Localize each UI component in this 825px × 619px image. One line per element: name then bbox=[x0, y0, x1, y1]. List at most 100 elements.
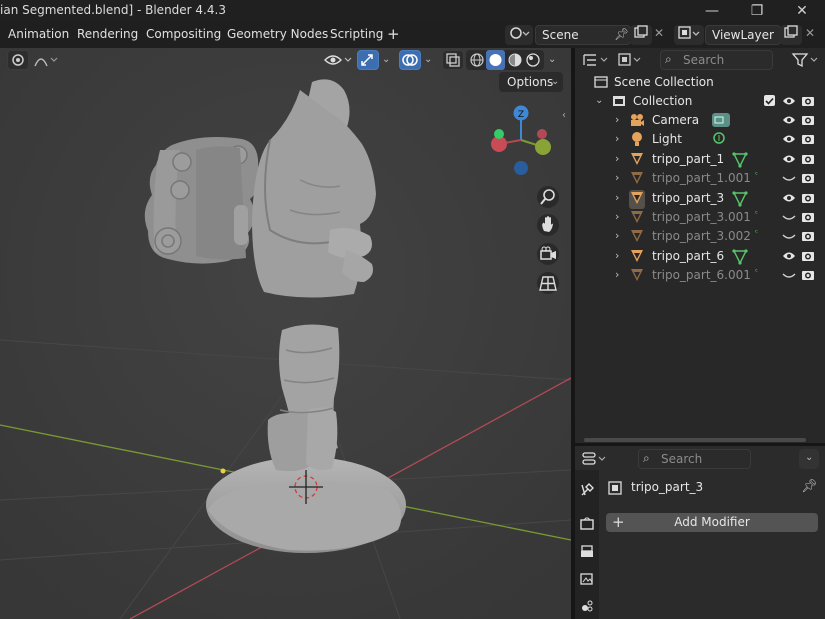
render-camera-icon[interactable] bbox=[801, 210, 815, 227]
proportional-edit-icon[interactable] bbox=[7, 50, 29, 70]
eye-icon[interactable] bbox=[782, 132, 796, 149]
overlays-icon[interactable] bbox=[399, 50, 421, 70]
outliner-scrollbar[interactable] bbox=[584, 438, 806, 442]
render-camera-icon[interactable] bbox=[801, 249, 815, 266]
scene-field[interactable]: Scene 📌︎ bbox=[535, 25, 631, 45]
outliner-item-tripo-part-1[interactable]: › tripo_part_1 bbox=[575, 150, 825, 169]
remove-view-layer-icon[interactable]: ✕ bbox=[805, 26, 815, 40]
render-camera-icon[interactable] bbox=[801, 113, 815, 130]
falloff-icon[interactable] bbox=[32, 50, 60, 70]
render-camera-icon[interactable] bbox=[801, 132, 815, 149]
outliner-item-tripo-part-1-001[interactable]: › tripo_part_1.001 ᶜ bbox=[575, 169, 825, 188]
3d-viewport[interactable]: Z Options ⌄ bbox=[0, 48, 571, 619]
render-camera-icon[interactable] bbox=[801, 191, 815, 208]
eye-closed-icon[interactable] bbox=[782, 210, 796, 227]
solid-shading-icon[interactable] bbox=[486, 50, 505, 70]
outliner-item-tripo-part-6[interactable]: › tripo_part_6 bbox=[575, 247, 825, 266]
render-camera-icon[interactable] bbox=[801, 268, 815, 285]
view-layer-field[interactable]: ViewLayer bbox=[705, 25, 781, 45]
expand-chevron-icon[interactable]: ⌄ bbox=[595, 95, 603, 106]
eye-icon[interactable] bbox=[782, 94, 796, 111]
scene-name: Scene bbox=[542, 28, 579, 42]
render-camera-icon[interactable] bbox=[801, 229, 815, 246]
collection-row[interactable]: ⌄ Collection bbox=[575, 92, 825, 111]
add-modifier-button[interactable]: + Add Modifier bbox=[606, 513, 818, 532]
render-camera-icon[interactable] bbox=[801, 94, 815, 111]
workspace-tab-scripting[interactable]: Scripting bbox=[330, 27, 383, 41]
eye-closed-icon[interactable] bbox=[782, 268, 796, 285]
camera-view-icon[interactable] bbox=[537, 243, 559, 265]
scene-tab-icon[interactable] bbox=[579, 598, 595, 617]
outliner-item-tripo-part-3-002[interactable]: › tripo_part_3.002 ᶜ bbox=[575, 227, 825, 246]
scene-collection-row[interactable]: Scene Collection bbox=[575, 73, 825, 92]
output-tab-icon[interactable] bbox=[579, 544, 595, 563]
properties-editor-type-icon[interactable] bbox=[580, 449, 610, 469]
editor-type-icon[interactable] bbox=[581, 50, 611, 70]
expand-chevron-icon[interactable]: › bbox=[615, 132, 619, 145]
workspace-tab-compositing[interactable]: Compositing bbox=[146, 27, 221, 41]
maximize-button[interactable]: ❐ bbox=[744, 1, 770, 21]
pin-icon[interactable]: 📌︎ bbox=[801, 479, 818, 494]
eye-icon[interactable] bbox=[782, 152, 796, 169]
outliner-item-label: tripo_part_3.002 bbox=[652, 229, 751, 244]
panel-divider[interactable] bbox=[575, 443, 825, 446]
outliner-item-tripo-part-3[interactable]: › tripo_part_3 bbox=[575, 189, 825, 209]
properties-options-dropdown[interactable]: ⌄ bbox=[799, 449, 819, 469]
expand-chevron-icon[interactable]: › bbox=[615, 229, 619, 242]
outliner-item-camera[interactable]: › Camera bbox=[575, 111, 825, 130]
eye-icon[interactable] bbox=[782, 191, 796, 208]
properties-search-field[interactable]: ⌕ Search bbox=[638, 449, 751, 469]
shading-dropdown-icon[interactable]: ⌄ bbox=[548, 54, 556, 65]
eye-icon[interactable] bbox=[782, 113, 796, 130]
expand-chevron-icon[interactable]: › bbox=[615, 249, 619, 262]
eye-closed-icon[interactable] bbox=[782, 229, 796, 246]
add-workspace-button[interactable]: + bbox=[387, 25, 400, 43]
gizmo-dropdown-icon[interactable]: ⌄ bbox=[382, 54, 390, 65]
workspace-tab-geometry-nodes[interactable]: Geometry Nodes bbox=[227, 27, 328, 41]
expand-chevron-icon[interactable]: › bbox=[615, 171, 619, 184]
render-tab-icon[interactable] bbox=[579, 516, 595, 535]
display-mode-icon[interactable] bbox=[616, 50, 646, 70]
sidebar-toggle-icon[interactable]: ‹ bbox=[562, 110, 566, 121]
outliner-item-tripo-part-3-001[interactable]: › tripo_part_3.001 ᶜ bbox=[575, 208, 825, 227]
close-button[interactable]: ✕ bbox=[789, 1, 815, 21]
perspective-grid-icon[interactable] bbox=[537, 272, 559, 294]
xray-icon[interactable] bbox=[442, 50, 464, 70]
outliner-item-light[interactable]: › Light bbox=[575, 130, 825, 149]
new-view-layer-icon[interactable] bbox=[780, 25, 802, 45]
workspace-tab-rendering[interactable]: Rendering bbox=[77, 27, 138, 41]
expand-chevron-icon[interactable]: › bbox=[615, 210, 619, 223]
outliner-item-tripo-part-6-001[interactable]: › tripo_part_6.001 ᶜ bbox=[575, 266, 825, 285]
visibility-icon[interactable] bbox=[323, 50, 353, 70]
minimize-button[interactable]: — bbox=[699, 1, 725, 21]
zoom-icon[interactable] bbox=[537, 186, 559, 208]
filter-icon[interactable] bbox=[790, 50, 820, 70]
material-shading-icon[interactable] bbox=[507, 52, 523, 71]
eye-icon[interactable] bbox=[782, 249, 796, 266]
render-camera-icon[interactable] bbox=[801, 152, 815, 169]
render-camera-icon[interactable] bbox=[801, 171, 815, 188]
scene-type-icon[interactable] bbox=[505, 25, 533, 45]
gizmo-toggle-icon[interactable] bbox=[357, 50, 379, 70]
close-scene-icon[interactable]: ✕ bbox=[654, 26, 664, 40]
view-layer-tab-icon[interactable] bbox=[579, 571, 595, 590]
workspace-tab-animation[interactable]: Animation bbox=[8, 27, 69, 41]
eye-closed-icon[interactable] bbox=[782, 171, 796, 188]
outliner-item-list: › Camera › Light › tripo_part_1 › tripo_part_1.… bbox=[575, 111, 825, 301]
shading-modes bbox=[466, 50, 544, 70]
wireframe-shading-icon[interactable] bbox=[469, 52, 485, 71]
pan-hand-icon[interactable] bbox=[537, 214, 559, 236]
options-dropdown[interactable]: Options ⌄ bbox=[499, 72, 563, 92]
tool-tab-icon[interactable] bbox=[579, 482, 595, 501]
expand-chevron-icon[interactable]: › bbox=[615, 268, 619, 281]
rendered-shading-icon[interactable] bbox=[525, 52, 541, 71]
expand-chevron-icon[interactable]: › bbox=[615, 113, 619, 126]
view-layer-icon[interactable] bbox=[674, 25, 704, 45]
pin-icon[interactable]: 📌︎ bbox=[614, 27, 629, 41]
include-checkbox[interactable] bbox=[764, 95, 775, 106]
overlays-dropdown-icon[interactable]: ⌄ bbox=[424, 54, 432, 65]
outliner-search-field[interactable]: ⌕ Search bbox=[660, 50, 773, 70]
expand-chevron-icon[interactable]: › bbox=[615, 191, 619, 204]
expand-chevron-icon[interactable]: › bbox=[615, 152, 619, 165]
new-scene-icon[interactable] bbox=[630, 25, 652, 45]
